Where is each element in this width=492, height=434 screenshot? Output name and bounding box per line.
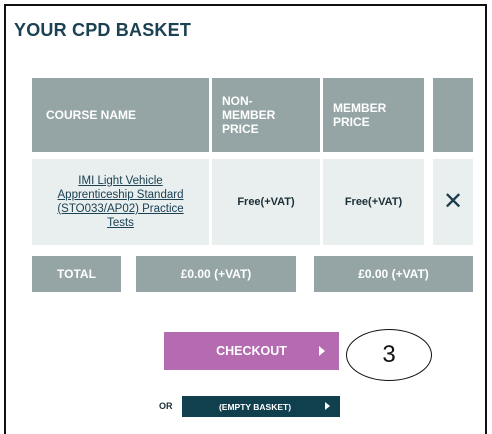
empty-basket-button[interactable]: (EMPTY BASKET) [182, 396, 340, 417]
header-remove-column [433, 78, 473, 152]
header-non-member-line-2: MEMBER [222, 108, 276, 122]
empty-basket-label: (EMPTY BASKET) [218, 401, 292, 412]
step-number: 3 [382, 341, 396, 368]
close-x-icon[interactable]: ✕ [443, 190, 463, 214]
member-total-value: £0.00 (+VAT) [314, 256, 473, 292]
header-non-member-price: NON- MEMBER PRICE [212, 78, 320, 152]
course-name-link[interactable]: IMI Light Vehicle Apprenticeship Standar… [32, 174, 209, 230]
header-member-price: MEMBER PRICE [323, 78, 424, 152]
arrow-right-icon [319, 346, 325, 356]
table-row-non-member-price-cell: Free(+VAT) [212, 159, 320, 245]
non-member-price-value: Free(+VAT) [237, 196, 295, 208]
total-label: TOTAL [32, 256, 121, 292]
header-course-name: COURSE NAME [32, 78, 209, 152]
arrow-right-icon [325, 402, 330, 410]
header-non-member-line-1: NON- [222, 94, 253, 108]
header-member-line-1: MEMBER [333, 101, 387, 115]
checkout-button[interactable]: CHECKOUT [164, 332, 339, 370]
or-separator: OR [159, 401, 173, 411]
non-member-total-value: £0.00 (+VAT) [136, 256, 296, 292]
table-row-course-cell: IMI Light Vehicle Apprenticeship Standar… [32, 159, 209, 245]
checkout-label: CHECKOUT [216, 344, 287, 358]
table-row-member-price-cell: Free(+VAT) [323, 159, 424, 245]
step-annotation-circle: 3 [346, 329, 432, 381]
page-title: YOUR CPD BASKET [14, 20, 192, 40]
header-member-line-2: PRICE [333, 115, 370, 129]
header-non-member-line-3: PRICE [222, 122, 259, 136]
remove-item-cell: ✕ [433, 159, 473, 245]
member-price-value: Free(+VAT) [344, 196, 403, 208]
